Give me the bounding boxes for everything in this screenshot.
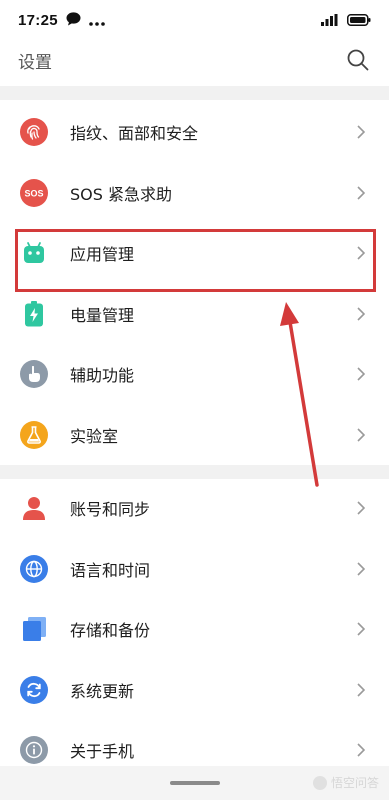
settings-item-battery[interactable]: 电量管理 [0, 284, 389, 345]
sos-icon: SOS [20, 178, 48, 207]
battery-charge-icon [20, 300, 48, 328]
header: 设置 [0, 40, 389, 80]
watermark-logo-icon [312, 775, 327, 790]
settings-item-security[interactable]: 指纹、面部和安全 [0, 102, 389, 163]
settings-item-app-management[interactable]: 应用管理 [0, 223, 389, 284]
settings-item-sos[interactable]: SOS SOS 紧急求助 [0, 163, 389, 224]
settings-item-account-sync[interactable]: 账号和同步 [0, 478, 389, 539]
svg-text:SOS: SOS [24, 188, 43, 198]
settings-item-label: 实验室 [70, 426, 119, 446]
settings-group-1: 指纹、面部和安全 SOS SOS 紧急求助 应用管理 电量管理 辅助功能 实验室 [0, 102, 389, 465]
chevron-right-icon [355, 125, 367, 139]
chevron-right-icon [355, 501, 367, 515]
chevron-right-icon [355, 307, 367, 321]
chevron-right-icon [355, 428, 367, 442]
home-indicator[interactable] [170, 781, 220, 785]
settings-item-label: 存储和备份 [70, 621, 151, 641]
chevron-right-icon [355, 622, 367, 636]
chevron-right-icon [355, 186, 367, 200]
chevron-right-icon [355, 683, 367, 697]
settings-item-label: 系统更新 [70, 681, 135, 701]
page-title: 设置 [18, 52, 52, 73]
section-divider [0, 465, 389, 479]
settings-item-lab[interactable]: 实验室 [0, 405, 389, 466]
settings-item-label: 关于手机 [70, 742, 135, 762]
settings-item-label: 语言和时间 [70, 560, 151, 580]
bottom-bar: 悟空问答 [0, 766, 389, 800]
update-icon [20, 675, 48, 704]
settings-item-system-update[interactable]: 系统更新 [0, 660, 389, 721]
chevron-right-icon [355, 246, 367, 260]
android-icon [20, 239, 48, 267]
more-dots-icon [89, 11, 105, 30]
settings-item-label: 应用管理 [70, 245, 135, 265]
hand-icon [20, 360, 48, 389]
settings-group-2: 账号和同步 语言和时间 存储和备份 系统更新 关于手机 [0, 478, 389, 781]
chevron-right-icon [355, 367, 367, 381]
chat-bubble-icon [66, 11, 81, 30]
chevron-right-icon [355, 743, 367, 757]
signal-icon [321, 11, 339, 30]
info-icon [20, 736, 48, 765]
globe-icon [20, 554, 48, 583]
settings-item-storage-backup[interactable]: 存储和备份 [0, 599, 389, 660]
settings-item-label: 辅助功能 [70, 366, 135, 386]
watermark-text: 悟空问答 [330, 776, 379, 790]
battery-icon [347, 11, 371, 30]
search-icon[interactable] [345, 47, 371, 73]
watermark: 悟空问答 [312, 774, 379, 791]
fingerprint-icon [20, 118, 48, 147]
settings-item-label: SOS 紧急求助 [70, 184, 172, 204]
settings-item-language-time[interactable]: 语言和时间 [0, 539, 389, 600]
person-icon [20, 494, 48, 522]
settings-item-label: 账号和同步 [70, 500, 151, 520]
chevron-right-icon [355, 562, 367, 576]
status-time: 17:25 [18, 11, 58, 29]
settings-item-accessibility[interactable]: 辅助功能 [0, 344, 389, 405]
settings-item-label: 电量管理 [70, 305, 135, 325]
flask-icon [20, 420, 48, 449]
settings-item-label: 指纹、面部和安全 [70, 124, 199, 144]
storage-icon [20, 615, 48, 643]
section-divider [0, 86, 389, 100]
status-bar: 17:25 [0, 0, 389, 40]
